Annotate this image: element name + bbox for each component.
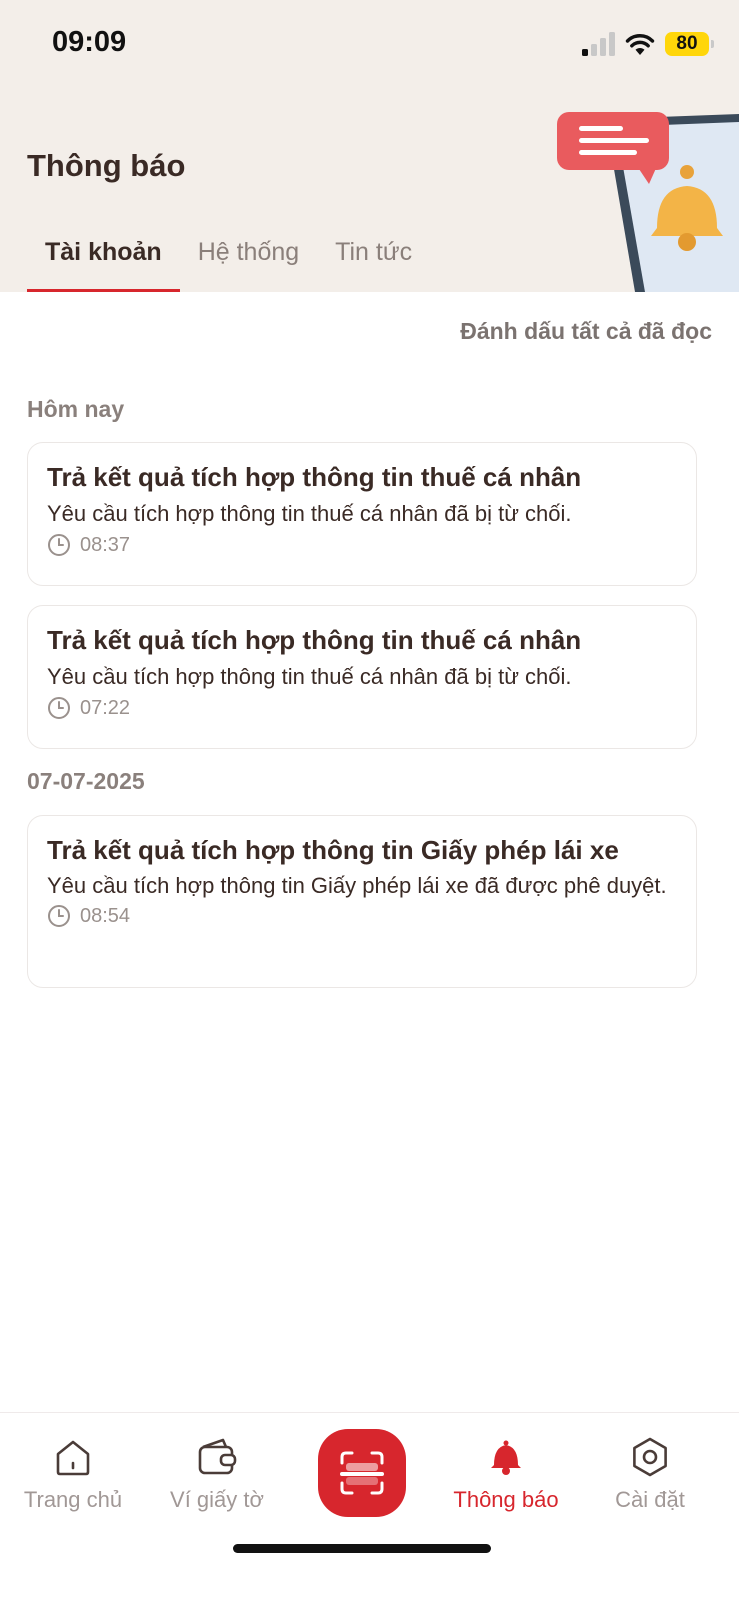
notification-title: Trả kết quả tích hợp thông tin Giấy phép… xyxy=(47,835,619,865)
notification-title: Trả kết quả tích hợp thông tin thuế cá n… xyxy=(47,625,582,655)
nav-home-label: Trang chủ xyxy=(23,1487,123,1512)
section-label-today: Hôm nay xyxy=(27,396,125,422)
scan-icon xyxy=(340,1451,384,1495)
clock-icon xyxy=(48,534,70,556)
notification-time: 08:37 xyxy=(47,533,677,557)
settings-icon xyxy=(633,1437,667,1477)
notification-card[interactable]: Trả kết quả tích hợp thông tin thuế cá n… xyxy=(27,442,697,586)
tab-bar: Tài khoản Hệ thống Tin tức xyxy=(27,232,430,292)
nav-wallet-label: Ví giấy tờ xyxy=(170,1487,264,1512)
wifi-icon xyxy=(625,34,655,55)
notification-body: Yêu cầu tích hợp thông tin thuế cá nhân … xyxy=(47,501,572,526)
status-time: 09:09 xyxy=(52,26,127,58)
home-icon xyxy=(56,1440,90,1476)
notification-time: 07:22 xyxy=(47,696,677,720)
notification-time-label: 08:37 xyxy=(80,533,131,556)
notification-time: 08:54 xyxy=(47,904,677,928)
nav-notifications[interactable]: Thông báo xyxy=(436,1435,576,1513)
battery-indicator: 80 xyxy=(665,32,714,56)
nav-home[interactable]: Trang chủ xyxy=(3,1435,143,1513)
tab-news[interactable]: Tin tức xyxy=(317,232,430,292)
notification-title: Trả kết quả tích hợp thông tin thuế cá n… xyxy=(47,462,582,492)
notification-time-label: 08:54 xyxy=(80,904,131,927)
tab-system[interactable]: Hệ thống xyxy=(180,232,317,292)
nav-settings[interactable]: Cài đặt xyxy=(580,1435,720,1513)
bell-icon xyxy=(491,1440,521,1475)
nav-wallet[interactable]: Ví giấy tờ xyxy=(147,1435,287,1513)
mark-all-read-button[interactable]: Đánh dấu tất cả đã đọc xyxy=(460,318,712,345)
clock-icon xyxy=(48,697,70,719)
header: 09:09 80 Thông báo Tài khoản Hệ thống Ti… xyxy=(0,0,739,292)
nav-settings-label: Cài đặt xyxy=(615,1487,685,1512)
status-icons: 80 xyxy=(581,30,714,58)
notification-time-label: 07:22 xyxy=(80,696,131,719)
nav-notifications-label: Thông báo xyxy=(453,1487,559,1512)
notification-body: Yêu cầu tích hợp thông tin thuế cá nhân … xyxy=(47,664,572,689)
home-indicator xyxy=(233,1544,491,1553)
notification-body: Yêu cầu tích hợp thông tin Giấy phép lái… xyxy=(47,873,667,898)
page-title: Thông báo xyxy=(27,148,186,183)
signal-icon xyxy=(582,32,615,56)
bottom-nav: Trang chủ Ví giấy tờ Thông báo Cài đặt xyxy=(0,1412,739,1601)
scan-button[interactable] xyxy=(318,1429,406,1517)
clock-icon xyxy=(48,905,70,927)
notification-card[interactable]: Trả kết quả tích hợp thông tin thuế cá n… xyxy=(27,605,697,749)
notification-illustration xyxy=(557,112,739,292)
wallet-icon xyxy=(198,1438,237,1475)
notification-card[interactable]: Trả kết quả tích hợp thông tin Giấy phép… xyxy=(27,815,697,988)
section-label-date: 07-07-2025 xyxy=(27,768,145,794)
tab-account[interactable]: Tài khoản xyxy=(27,232,180,292)
